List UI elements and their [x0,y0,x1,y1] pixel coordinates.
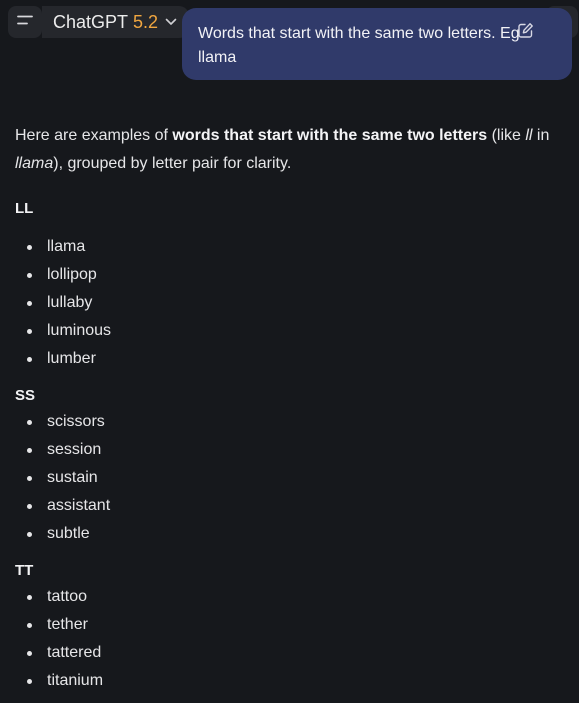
intro-italic-text: llama [15,155,54,172]
model-version: 5.2 [133,11,159,32]
edit-pencil-icon[interactable] [515,20,535,40]
word-list-ll: llama lollipop lullaby luminous lumber [15,233,565,373]
intro-text: Here are examples of [15,127,173,144]
list-item: session [15,436,565,464]
model-selector[interactable]: ChatGPT 5.2 [42,6,190,38]
list-item: lollipop [15,261,565,289]
list-item: llama [15,233,565,261]
intro-text: in [532,127,550,144]
user-message-line: Words that start with the same two lette… [198,25,520,42]
assistant-response: Here are examples of words that start wi… [15,122,565,695]
intro-text: (like [487,127,526,144]
model-name: ChatGPT [53,11,129,32]
user-message-line: llama [198,49,237,66]
intro-text: ), grouped by letter pair for clarity. [53,155,292,172]
list-item: tattered [15,639,565,667]
list-item: luminous [15,317,565,345]
sidebar-menu-icon [16,13,34,32]
response-intro: Here are examples of words that start wi… [15,122,565,178]
list-item: subtle [15,520,565,548]
user-message-bubble: Words that start with the same two lette… [182,8,572,80]
list-item: tether [15,611,565,639]
list-item: lullaby [15,289,565,317]
list-item: lumber [15,345,565,373]
sidebar-menu-button[interactable] [8,6,42,38]
list-item: scissors [15,408,565,436]
word-list-tt: tattoo tether tattered titanium [15,583,565,695]
list-item: tattoo [15,583,565,611]
list-item: titanium [15,667,565,695]
word-list-ss: scissors session sustain assistant subtl… [15,408,565,548]
chevron-down-icon [165,18,177,26]
group-heading-tt: TT [15,562,34,579]
list-item: assistant [15,492,565,520]
group-heading-ss: SS [15,387,36,404]
intro-bold-text: words that start with the same two lette… [172,127,488,144]
list-item: sustain [15,464,565,492]
group-heading-ll: LL [15,200,34,217]
